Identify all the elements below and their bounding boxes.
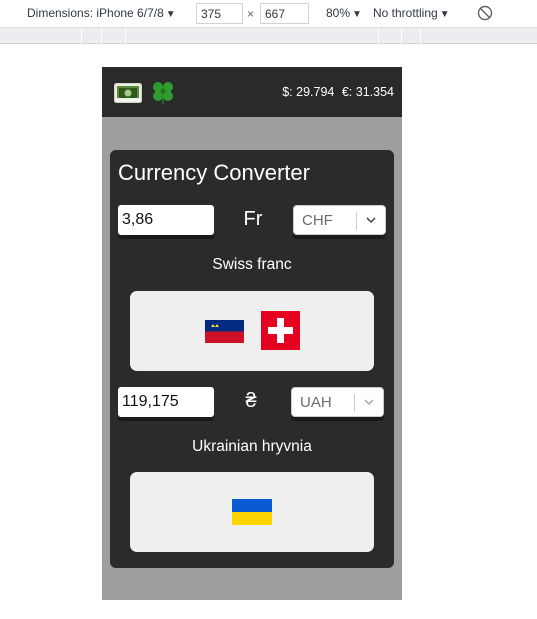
app-header: $: 29.794 €: 31.354 (102, 67, 402, 117)
ruler-mark (125, 28, 126, 44)
zoom-selector[interactable]: 80% ▼ (326, 6, 362, 20)
clover-icon[interactable] (148, 79, 178, 107)
money-icon[interactable] (114, 83, 142, 103)
from-amount-input[interactable] (118, 205, 214, 235)
device-selector[interactable]: Dimensions: iPhone 6/7/8 ▼ (27, 6, 176, 20)
ruler-mark (101, 28, 102, 44)
to-amount-input[interactable] (118, 387, 214, 417)
device-selector-label: Dimensions: iPhone 6/7/8 (27, 6, 164, 20)
ruler-mark (378, 28, 379, 44)
liechtenstein-flag-icon (205, 320, 244, 343)
device-viewport: $: 29.794 €: 31.354 Currency Converter F… (102, 67, 402, 600)
chevron-down-icon (366, 217, 376, 224)
to-flags-panel (130, 472, 374, 552)
ukraine-flag-icon (232, 499, 272, 525)
from-currency-select[interactable]: CHF (293, 205, 386, 235)
to-currency-code: UAH (300, 394, 332, 411)
from-currency-code: CHF (302, 212, 333, 229)
from-currency-symbol: Fr (243, 208, 263, 230)
chevron-down-icon: ▼ (439, 9, 450, 20)
to-currency-name: Ukrainian hryvnia (192, 438, 312, 455)
rotate-icon[interactable] (477, 5, 493, 21)
chevron-down-icon: ▼ (352, 9, 362, 20)
usd-rate: $: 29.794 (282, 85, 335, 99)
devtools-device-toolbar: Dimensions: iPhone 6/7/8▼ × 80%▼ No thro… (0, 0, 537, 28)
select-separator (356, 212, 357, 230)
throttling-selector[interactable]: No throttling ▼ (373, 6, 450, 20)
chevron-down-icon: ▼ (165, 9, 176, 20)
converter-card: Currency Converter Fr CHF Swiss franc (110, 150, 394, 568)
width-input[interactable] (196, 3, 243, 24)
select-separator (354, 394, 355, 412)
page-title: Currency Converter (118, 160, 310, 185)
ruler-mark (420, 28, 421, 44)
ruler-mark (81, 28, 82, 44)
height-input[interactable] (260, 3, 309, 24)
eur-rate: €: 31.354 (341, 85, 394, 99)
exchange-rates: $: 29.794 €: 31.354 (278, 85, 394, 99)
to-currency-select[interactable]: UAH (291, 387, 384, 417)
throttling-label: No throttling (373, 6, 438, 20)
media-query-ruler[interactable] (0, 28, 537, 44)
to-currency-symbol: ₴ (245, 390, 257, 412)
from-flags-panel (130, 291, 374, 371)
ruler-mark (401, 28, 402, 44)
from-currency-name: Swiss franc (212, 256, 292, 273)
switzerland-flag-icon (261, 311, 300, 350)
times-sign: × (247, 7, 255, 21)
zoom-label: 80% (326, 6, 351, 20)
chevron-down-icon (364, 399, 374, 406)
